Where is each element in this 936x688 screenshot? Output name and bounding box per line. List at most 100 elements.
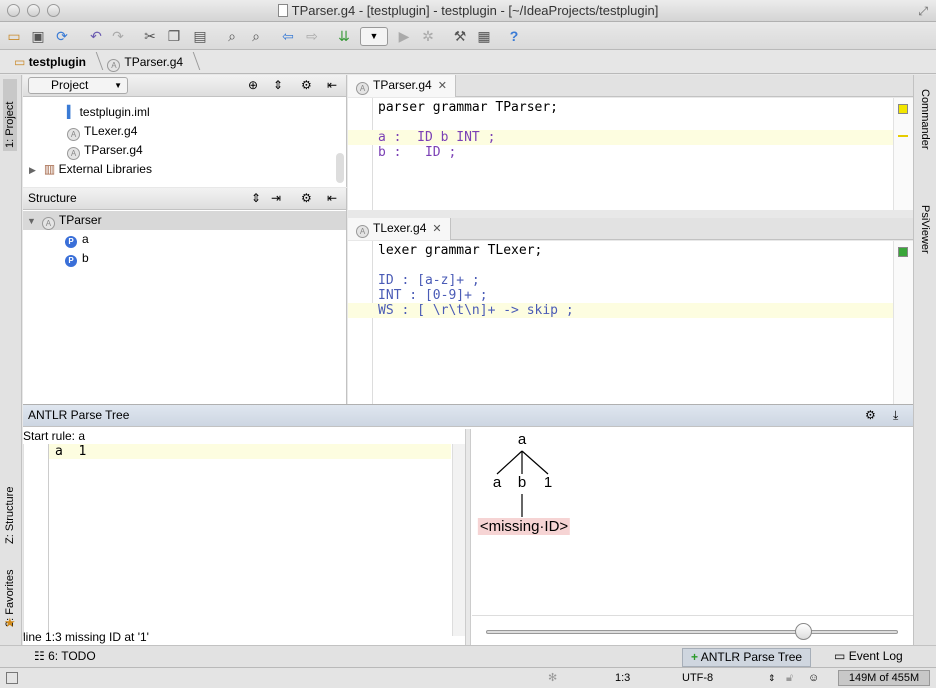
tab-tparser[interactable]: A TParser.g4 ✕: [348, 75, 456, 97]
ok-marker[interactable]: [898, 247, 908, 257]
replace-icon[interactable]: ⌕: [246, 26, 266, 46]
find-icon[interactable]: ⌕: [222, 26, 242, 46]
progress-spinner-icon: ✻: [548, 672, 558, 684]
event-log-tool-tab[interactable]: ▭ Event Log: [834, 646, 903, 667]
debug-icon[interactable]: ✲: [418, 26, 438, 46]
hide-panel-icon[interactable]: ⇤: [327, 75, 337, 96]
plus-icon: +: [691, 650, 699, 664]
run-icon[interactable]: ▶: [394, 26, 414, 46]
commander-tool-tab[interactable]: Commander: [919, 89, 931, 189]
open-folder-icon[interactable]: ▭: [4, 26, 24, 46]
forward-icon[interactable]: ⇨: [302, 26, 322, 46]
editor-tparser: A TParser.g4 ✕ parser grammar TParser; a :…: [348, 75, 913, 210]
hide-panel-icon[interactable]: ⇤: [327, 188, 337, 209]
code-area[interactable]: parser grammar TParser; a : ID b INT ; b…: [348, 98, 913, 210]
scrollbar[interactable]: [452, 444, 466, 636]
encoding-selector[interactable]: UTF-8: [682, 668, 713, 688]
error-stripe: [893, 241, 913, 404]
editor-tlexer: A TLexer.g4 ✕ lexer grammar TLexer; ID : […: [348, 218, 913, 404]
tree-error-node[interactable]: <missing·ID>: [477, 518, 571, 535]
tab-tlexer[interactable]: A TLexer.g4 ✕: [348, 218, 451, 240]
code-line: ID : [a-z]+ ;: [378, 273, 480, 288]
copy-icon[interactable]: ❐: [164, 26, 184, 46]
code-area[interactable]: lexer grammar TLexer; ID : [a-z]+ ; INT …: [348, 241, 913, 404]
expand-all-icon[interactable]: ⇕: [251, 188, 261, 209]
caret-position[interactable]: 1:3: [615, 668, 630, 688]
code-lines: lexer grammar TLexer; ID : [a-z]+ ; INT …: [348, 243, 893, 318]
undo-icon[interactable]: ↶: [86, 26, 106, 46]
scroll-from-source-icon[interactable]: ⊕: [248, 75, 258, 96]
build-icon[interactable]: ⇊: [334, 26, 354, 46]
breadcrumb: ▭ testplugin A TParser.g4: [0, 50, 936, 74]
collapse-arrow-icon[interactable]: ▼: [27, 216, 36, 226]
expand-arrow-icon[interactable]: ▶: [29, 165, 36, 175]
cut-icon[interactable]: ✂: [140, 26, 160, 46]
antlr-tool-tab[interactable]: + ANTLR Parse Tree: [682, 648, 812, 667]
gear-icon[interactable]: ⚙: [301, 75, 312, 96]
gear-icon[interactable]: ⚙: [865, 405, 876, 426]
editor-tabbar: A TLexer.g4 ✕: [348, 218, 913, 240]
scrollbar[interactable]: [336, 153, 344, 183]
tree-node[interactable]: b: [518, 474, 526, 491]
tree-item-iml[interactable]: ▍ testplugin.iml: [67, 103, 150, 122]
tree-node[interactable]: a: [493, 474, 501, 491]
parse-error-message: line 1:3 missing ID at '1': [23, 630, 149, 644]
help-icon[interactable]: ?: [504, 26, 524, 46]
tree-item-tparser[interactable]: A TParser.g4: [67, 141, 143, 160]
breadcrumb-project[interactable]: ▭ testplugin: [10, 50, 100, 74]
psiviewer-tool-tab[interactable]: PsiViewer: [919, 205, 931, 285]
redo-icon[interactable]: ↷: [108, 26, 128, 46]
todo-tool-tab[interactable]: ☷ 6: TODO: [34, 646, 96, 667]
gear-icon[interactable]: ⚙: [301, 188, 312, 209]
breadcrumb-file[interactable]: A TParser.g4: [103, 50, 197, 74]
inspector-icon[interactable]: ☺: [808, 668, 819, 688]
project-view-selector[interactable]: Project ▼: [28, 77, 128, 94]
tree-item-tlexer[interactable]: A TLexer.g4: [67, 122, 137, 141]
parser-rule-icon: P: [65, 255, 77, 267]
back-icon[interactable]: ⇦: [278, 26, 298, 46]
grammar-file-icon: A: [107, 59, 121, 72]
paste-icon[interactable]: ▤: [190, 26, 210, 46]
zoom-slider-track[interactable]: [486, 630, 898, 634]
input-text[interactable]: a 1: [49, 444, 451, 459]
fullscreen-icon[interactable]: ⤢: [918, 4, 928, 19]
structure-root[interactable]: ▼ A TParser: [23, 211, 346, 230]
close-tab-icon[interactable]: ✕: [438, 80, 447, 92]
code-line: lexer grammar TLexer;: [378, 243, 543, 258]
hide-panel-icon[interactable]: ⤓: [893, 405, 898, 426]
project-structure-icon[interactable]: ▦: [474, 26, 494, 46]
project-tool-tab[interactable]: 1: Project: [3, 79, 17, 151]
tree-root-node[interactable]: a: [518, 431, 526, 448]
editor-tabbar: A TParser.g4 ✕: [348, 75, 913, 97]
zoom-slider-thumb[interactable]: [795, 623, 813, 640]
collapse-all-icon[interactable]: ⇕: [273, 75, 283, 96]
structure-rule-a[interactable]: Pa: [65, 230, 89, 249]
window-title: TParser.g4 - [testplugin] - testplugin -…: [0, 3, 936, 18]
warning-marker[interactable]: [898, 104, 908, 114]
antlr-panel: ANTLR Parse Tree ⚙ ⤓ Start rule: a a 1 l…: [23, 404, 913, 645]
sync-icon[interactable]: ⟳: [52, 26, 72, 46]
settings-wrench-icon[interactable]: ⚒: [450, 26, 470, 46]
run-config-dropdown[interactable]: ▼: [360, 27, 388, 46]
grammar-file-icon: A: [356, 225, 369, 238]
splitter[interactable]: [465, 429, 471, 645]
tree-node[interactable]: 1: [544, 474, 552, 491]
tree-item-external-libraries[interactable]: ▶ ▥ External Libraries: [29, 160, 152, 179]
input-editor[interactable]: a 1: [23, 444, 466, 636]
warning-line-marker[interactable]: [898, 135, 908, 137]
close-tab-icon[interactable]: ✕: [432, 223, 441, 235]
tool-windows-toggle-icon[interactable]: [6, 672, 18, 684]
code-line: b : ID ;: [378, 145, 457, 160]
autoscroll-icon[interactable]: ⇥: [271, 188, 281, 209]
project-panel-header: Project ▼ ⊕ ⇕ ⚙ ⇤: [23, 75, 346, 97]
structure-tool-tab[interactable]: Z: Structure: [3, 445, 17, 547]
project-panel: Project ▼ ⊕ ⇕ ⚙ ⇤ ▍ testplugin.iml A TLexe…: [23, 75, 347, 187]
star-icon: ★: [4, 615, 16, 630]
save-icon[interactable]: ▣: [28, 26, 48, 46]
lock-icon[interactable]: 🔓︎: [786, 668, 793, 688]
memory-indicator[interactable]: 149M of 455M: [838, 670, 930, 686]
structure-rule-b[interactable]: Pb: [65, 249, 89, 268]
code-line-current: WS : [ \r\t\n]+ -> skip ;: [348, 303, 893, 318]
grammar-file-icon: A: [41, 217, 55, 230]
